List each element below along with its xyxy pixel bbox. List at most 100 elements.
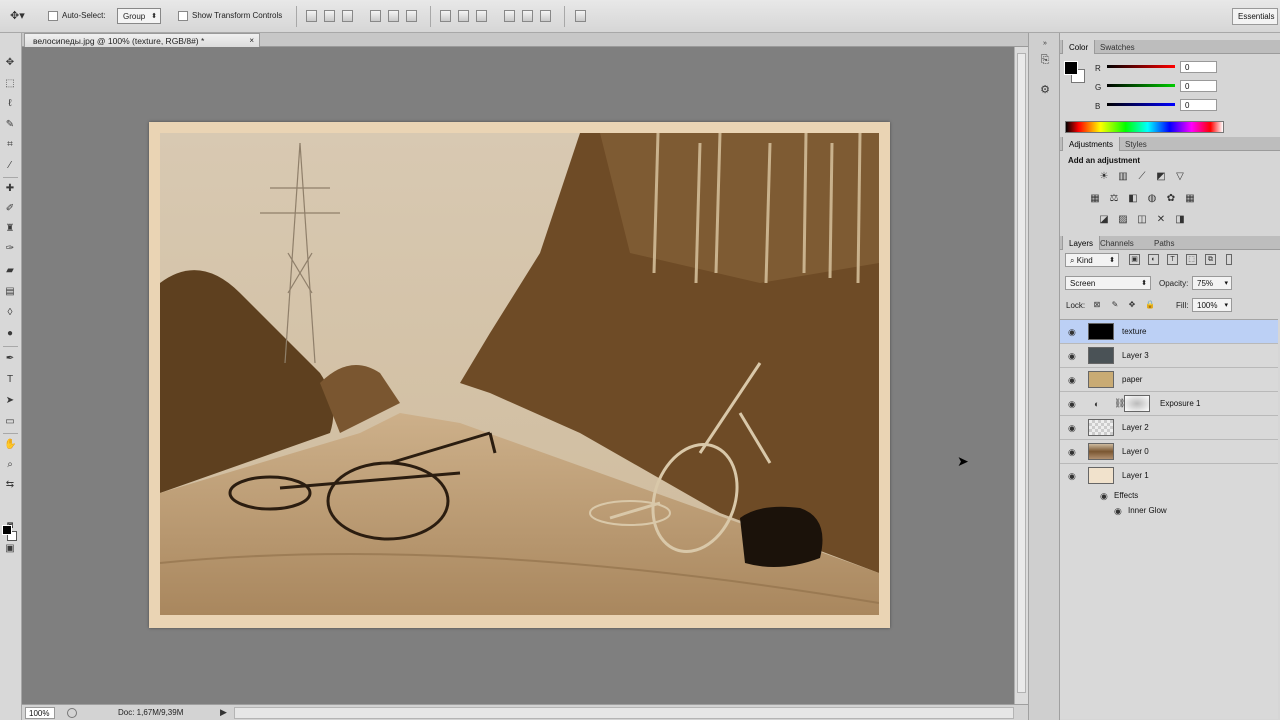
channel-mixer-icon[interactable]: ✿ xyxy=(1165,193,1177,205)
workspace-switcher[interactable]: Essentials xyxy=(1232,8,1278,25)
dodge-tool-icon[interactable]: ● xyxy=(4,328,16,339)
visibility-eye-icon[interactable]: ◉ xyxy=(1068,447,1076,458)
fill-field[interactable]: 100% ▾ xyxy=(1192,298,1232,312)
distribute-top-icon[interactable] xyxy=(440,10,451,22)
align-bottom-icon[interactable] xyxy=(342,10,353,22)
filter-toggle-icon[interactable] xyxy=(1226,254,1232,265)
marquee-tool-icon[interactable]: ⬚ xyxy=(4,78,16,89)
filter-pixel-icon[interactable]: ▣ xyxy=(1129,254,1140,265)
properties-panel-icon[interactable]: ⚙ xyxy=(1038,83,1052,97)
layer-row-layer-1[interactable]: ◉ Layer 1 xyxy=(1060,464,1278,488)
color-foreground-swatch[interactable] xyxy=(1064,61,1078,75)
filter-shape-icon[interactable]: ⬚ xyxy=(1186,254,1197,265)
history-brush-tool-icon[interactable]: ✑ xyxy=(4,243,16,254)
history-panel-icon[interactable]: ⎘ xyxy=(1038,53,1052,67)
exposure-icon[interactable]: ◩ xyxy=(1155,171,1167,183)
layer-filter-kind-dropdown[interactable]: ⌕ Kind ⬍ xyxy=(1065,253,1119,267)
gradient-tool-icon[interactable]: ▤ xyxy=(4,286,16,297)
layer-row-layer-3[interactable]: ◉ Layer 3 xyxy=(1060,344,1278,368)
distribute-vcenter-icon[interactable] xyxy=(458,10,469,22)
filter-type-icon[interactable]: T xyxy=(1167,254,1178,265)
green-value-field[interactable]: 0 xyxy=(1180,80,1217,92)
black-white-icon[interactable]: ◧ xyxy=(1127,193,1139,205)
filter-smart-object-icon[interactable]: ⧉ xyxy=(1205,254,1216,265)
visibility-eye-icon[interactable]: ◉ xyxy=(1068,399,1076,410)
levels-icon[interactable]: ▥ xyxy=(1117,171,1129,183)
foreground-color-swatch[interactable] xyxy=(2,525,12,535)
tab-color[interactable]: Color xyxy=(1062,40,1096,54)
visibility-eye-icon[interactable]: ◉ xyxy=(1114,506,1122,517)
horizontal-scrollbar[interactable] xyxy=(234,707,1014,719)
rectangle-tool-icon[interactable]: ▭ xyxy=(4,416,16,427)
layer-row-layer-0[interactable]: ◉ Layer 0 xyxy=(1060,440,1278,464)
lock-all-icon[interactable]: 🔒 xyxy=(1145,300,1155,310)
selective-color-icon[interactable]: ✕ xyxy=(1155,214,1167,226)
tab-swatches[interactable]: Swatches xyxy=(1094,40,1141,54)
color-balance-icon[interactable]: ⚖ xyxy=(1108,193,1120,205)
layer-effects-row[interactable]: ◉ Effects xyxy=(1060,488,1278,503)
color-lookup-icon[interactable]: ▦ xyxy=(1184,193,1196,205)
visibility-eye-icon[interactable]: ◉ xyxy=(1068,423,1076,434)
hand-tool-icon[interactable]: ✋ xyxy=(4,439,16,450)
lock-position-icon[interactable]: ✥ xyxy=(1127,300,1137,310)
crop-tool-icon[interactable]: ⌗ xyxy=(4,139,16,150)
inner-glow-effect-row[interactable]: ◉ Inner Glow xyxy=(1060,503,1278,518)
status-info-icon[interactable] xyxy=(67,708,77,718)
vibrance-icon[interactable]: ▽ xyxy=(1174,171,1186,183)
distribute-right-icon[interactable] xyxy=(540,10,551,22)
quick-selection-tool-icon[interactable]: ✎ xyxy=(4,119,16,130)
posterize-icon[interactable]: ▨ xyxy=(1117,214,1129,226)
photo-filter-icon[interactable]: ◍ xyxy=(1146,193,1158,205)
pen-tool-icon[interactable]: ✒ xyxy=(4,353,16,364)
gradient-map-icon[interactable]: ◨ xyxy=(1174,214,1186,226)
move-tool-icon[interactable]: ✥ xyxy=(4,57,16,68)
document-tab[interactable]: велосипеды.jpg @ 100% (texture, RGB/8#) … xyxy=(24,33,260,47)
opacity-field[interactable]: 75% ▾ xyxy=(1192,276,1232,290)
visibility-eye-icon[interactable]: ◉ xyxy=(1068,351,1076,362)
screen-mode-icon[interactable]: ▣ xyxy=(4,543,16,554)
threshold-icon[interactable]: ◫ xyxy=(1136,214,1148,226)
visibility-eye-icon[interactable]: ◉ xyxy=(1068,327,1076,338)
auto-align-layers-icon[interactable] xyxy=(575,10,586,22)
scrollbar-thumb[interactable] xyxy=(1017,53,1026,693)
close-icon[interactable]: × xyxy=(249,36,254,45)
blue-slider[interactable] xyxy=(1107,103,1175,106)
eyedropper-tool-icon[interactable]: ⁄ xyxy=(4,160,16,171)
show-transform-controls-checkbox[interactable] xyxy=(178,11,188,21)
layer-row-texture[interactable]: ◉ texture xyxy=(1060,320,1278,344)
zoom-tool-icon[interactable]: ⌕ xyxy=(4,459,16,470)
clone-stamp-tool-icon[interactable]: ♜ xyxy=(4,223,16,234)
invert-icon[interactable]: ◪ xyxy=(1098,214,1110,226)
brightness-contrast-icon[interactable]: ☀ xyxy=(1098,171,1110,183)
lasso-tool-icon[interactable]: ℓ xyxy=(4,98,16,109)
zoom-level-field[interactable]: 100% xyxy=(25,707,55,719)
visibility-eye-icon[interactable]: ◉ xyxy=(1068,375,1076,386)
color-spectrum-ramp[interactable] xyxy=(1065,121,1224,133)
lock-image-icon[interactable]: ✎ xyxy=(1110,300,1120,310)
distribute-left-icon[interactable] xyxy=(504,10,515,22)
layer-row-exposure-1[interactable]: ◉ ◐ ⛓ Exposure 1 xyxy=(1060,392,1278,416)
eraser-tool-icon[interactable]: ▰ xyxy=(4,265,16,276)
red-value-field[interactable]: 0 xyxy=(1180,61,1217,73)
visibility-eye-icon[interactable]: ◉ xyxy=(1100,491,1108,502)
lock-transparent-icon[interactable]: ⊠ xyxy=(1092,300,1102,310)
move-tool-preset-icon[interactable]: ✥▾ xyxy=(10,9,25,22)
curves-icon[interactable]: ⟋ xyxy=(1136,171,1148,183)
blue-value-field[interactable]: 0 xyxy=(1180,99,1217,111)
layer-row-layer-2[interactable]: ◉ Layer 2 xyxy=(1060,416,1278,440)
type-tool-icon[interactable]: T xyxy=(4,374,16,385)
align-right-icon[interactable] xyxy=(406,10,417,22)
filter-adjustment-icon[interactable]: ◐ xyxy=(1148,254,1159,265)
path-selection-tool-icon[interactable]: ➤ xyxy=(4,395,16,406)
align-vcenter-icon[interactable] xyxy=(324,10,335,22)
green-slider[interactable] xyxy=(1107,84,1175,87)
brush-tool-icon[interactable]: ✐ xyxy=(4,203,16,214)
auto-select-checkbox[interactable] xyxy=(48,11,58,21)
collapse-dock-icon[interactable]: » xyxy=(1038,37,1052,51)
blur-tool-icon[interactable]: ◊ xyxy=(4,307,16,318)
tab-paths[interactable]: Paths xyxy=(1148,236,1180,250)
canvas-image[interactable] xyxy=(149,122,890,628)
blend-mode-dropdown[interactable]: Screen ⬍ xyxy=(1065,276,1151,290)
healing-brush-tool-icon[interactable]: ✚ xyxy=(4,183,16,194)
auto-select-target-dropdown[interactable]: Group ⬍ xyxy=(117,8,161,24)
